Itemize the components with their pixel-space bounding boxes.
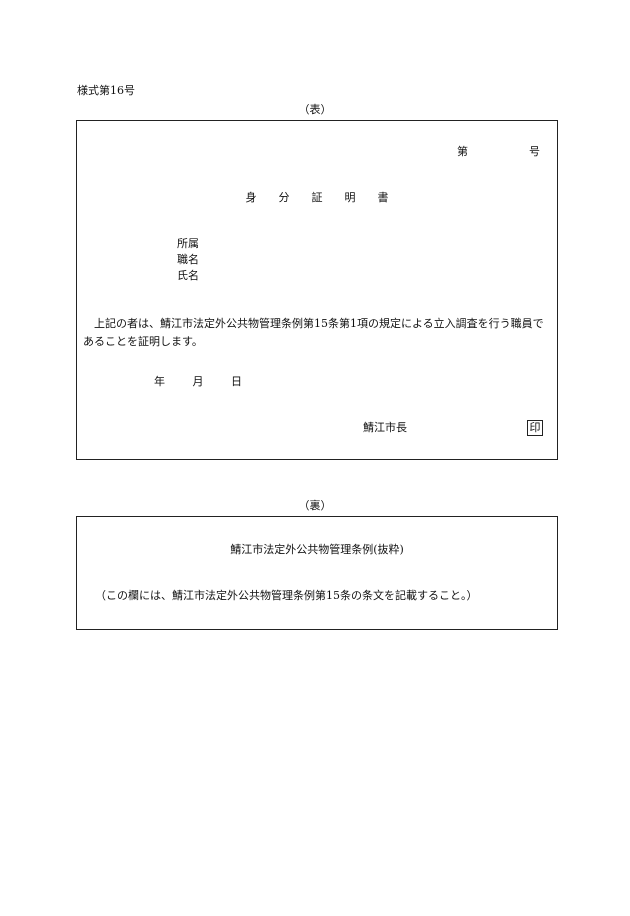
front-side-caption: （表） [298,103,332,116]
back-side-caption: （裏） [298,499,332,512]
date-month-label: 月 [192,375,204,388]
issuer-name: 鯖江市長 [363,421,407,434]
date-day-label: 日 [231,375,242,388]
field-name-label: 氏名 [177,269,199,282]
holder-fields: 所属 職名 氏名 [177,236,199,284]
field-affiliation-label: 所属 [177,237,199,250]
ordinance-excerpt-title: 鯖江市法定外公共物管理条例(抜粋) [230,543,404,556]
official-seal-mark: 印 [527,420,543,436]
date-year-label: 年 [154,375,165,388]
id-certificate-front: 第 号 身分証明書 所属 職名 氏名 上記の者は、鯖江市法定外公共物管理条例第1… [76,120,558,460]
issue-date: 年 月 日 [154,375,266,389]
field-position-label: 職名 [177,253,199,266]
id-certificate-back: 鯖江市法定外公共物管理条例(抜粋) （この欄には、鯖江市法定外公共物管理条例第1… [76,516,558,630]
ordinance-excerpt-note: （この欄には、鯖江市法定外公共物管理条例第15条の条文を記載すること。） [95,589,478,602]
form-number: 様式第16号 [77,84,135,97]
certificate-title: 身分証明書 [245,191,411,204]
certificate-number-suffix: 号 [529,145,540,158]
certification-statement: 上記の者は、鯖江市法定外公共物管理条例第15条第1項の規定による立入調査を行う職… [83,317,544,348]
certificate-number-prefix: 第 [457,145,468,158]
